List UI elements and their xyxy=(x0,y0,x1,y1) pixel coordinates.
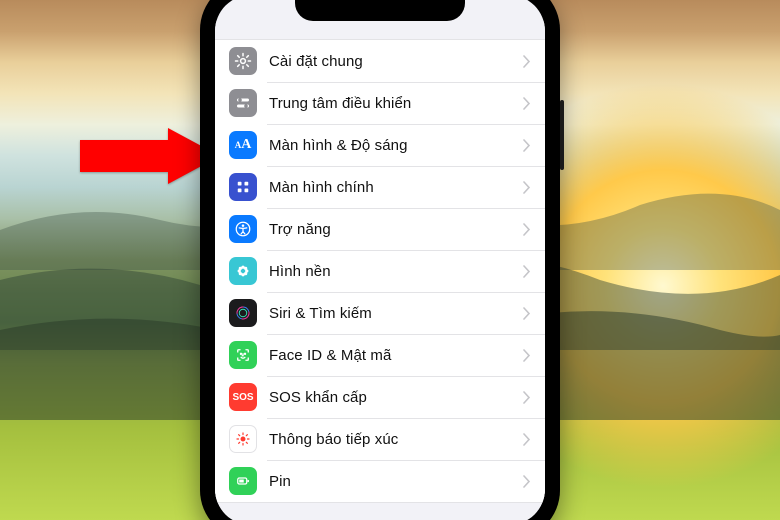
notch xyxy=(295,0,465,21)
row-label: Hình nền xyxy=(269,263,523,280)
settings-row-exposure[interactable]: Thông báo tiếp xúc xyxy=(215,418,545,460)
row-label: Siri & Tìm kiếm xyxy=(269,305,523,322)
settings-list[interactable]: Cài đặt chung Trung tâm điều khiển xyxy=(215,21,545,520)
grid-icon xyxy=(229,173,257,201)
chevron-right-icon xyxy=(523,475,531,488)
settings-row-sos[interactable]: SOS SOS khẩn cấp xyxy=(215,376,545,418)
chevron-right-icon xyxy=(523,139,531,152)
sos-icon: SOS xyxy=(229,383,257,411)
phone-frame: Cài đặt chung Trung tâm điều khiển xyxy=(200,0,560,520)
row-label: Thông báo tiếp xúc xyxy=(269,431,523,448)
chevron-right-icon xyxy=(523,223,531,236)
settings-row-display[interactable]: AA Màn hình & Độ sáng xyxy=(215,124,545,166)
settings-row-battery[interactable]: Pin xyxy=(215,460,545,502)
row-label: SOS khẩn cấp xyxy=(269,389,523,406)
chevron-right-icon xyxy=(523,265,531,278)
chevron-right-icon xyxy=(523,349,531,362)
row-label: Trung tâm điều khiển xyxy=(269,95,523,112)
face-id-icon xyxy=(229,341,257,369)
exposure-icon xyxy=(229,425,257,453)
settings-row-accessibility[interactable]: Trợ năng xyxy=(215,208,545,250)
row-label: Màn hình chính xyxy=(269,179,523,196)
row-label: Pin xyxy=(269,473,523,490)
settings-row-wallpaper[interactable]: Hình nền xyxy=(215,250,545,292)
battery-icon xyxy=(229,467,257,495)
settings-row-home-screen[interactable]: Màn hình chính xyxy=(215,166,545,208)
text-size-icon: AA xyxy=(229,131,257,159)
row-label: Trợ năng xyxy=(269,221,523,238)
row-label: Face ID & Mật mã xyxy=(269,347,523,364)
switches-icon xyxy=(229,89,257,117)
settings-row-general[interactable]: Cài đặt chung xyxy=(215,40,545,82)
chevron-right-icon xyxy=(523,391,531,404)
siri-icon xyxy=(229,299,257,327)
settings-row-faceid[interactable]: Face ID & Mật mã xyxy=(215,334,545,376)
gear-icon xyxy=(229,47,257,75)
flower-icon xyxy=(229,257,257,285)
chevron-right-icon xyxy=(523,55,531,68)
phone-screen: Cài đặt chung Trung tâm điều khiển xyxy=(215,0,545,520)
row-label: Màn hình & Độ sáng xyxy=(269,137,523,154)
accessibility-icon xyxy=(229,215,257,243)
chevron-right-icon xyxy=(523,433,531,446)
chevron-right-icon xyxy=(523,307,531,320)
settings-row-siri[interactable]: Siri & Tìm kiếm xyxy=(215,292,545,334)
settings-group: Cài đặt chung Trung tâm điều khiển xyxy=(215,39,545,503)
chevron-right-icon xyxy=(523,97,531,110)
side-button xyxy=(560,100,564,170)
settings-row-control-center[interactable]: Trung tâm điều khiển xyxy=(215,82,545,124)
chevron-right-icon xyxy=(523,181,531,194)
row-label: Cài đặt chung xyxy=(269,53,523,70)
